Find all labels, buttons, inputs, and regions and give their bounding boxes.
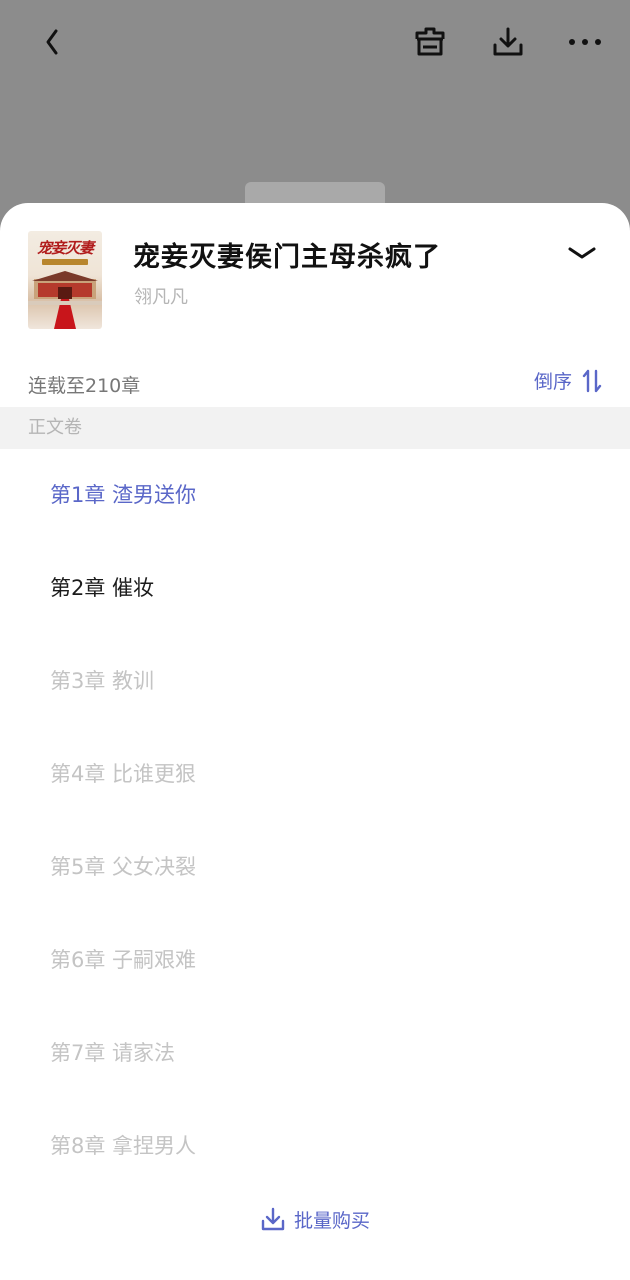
volume-header: 正文卷 xyxy=(0,407,630,449)
chapter-item[interactable]: 第1章 渣男送你 xyxy=(0,449,630,542)
chapter-item[interactable]: 第2章 催妆 xyxy=(0,542,630,635)
catalog-sheet: 宠妾灭妻 宠妾灭妻侯门主母杀疯了 翎凡凡 连载至210章 倒序 正文卷 第1章 … xyxy=(0,203,630,1280)
more-button[interactable] xyxy=(563,20,607,64)
batch-purchase-button[interactable]: 批量购买 xyxy=(0,1203,630,1235)
collapse-button[interactable] xyxy=(562,233,602,273)
more-icon xyxy=(569,39,601,45)
bookshelf-add-icon xyxy=(415,27,445,56)
back-button[interactable] xyxy=(30,20,74,64)
download-icon xyxy=(261,1207,285,1231)
book-cover[interactable]: 宠妾灭妻 xyxy=(28,231,102,329)
chapter-item[interactable]: 第4章 比谁更狠 xyxy=(0,728,630,821)
chapter-item[interactable]: 第6章 子嗣艰难 xyxy=(0,914,630,1007)
download-button[interactable] xyxy=(486,20,530,64)
book-author[interactable]: 翎凡凡 xyxy=(134,283,188,309)
sort-label: 倒序 xyxy=(533,371,572,393)
book-title: 宠妾灭妻侯门主母杀疯了 xyxy=(133,242,441,273)
chapter-item[interactable]: 第5章 父女决裂 xyxy=(0,821,630,914)
chapter-item[interactable]: 第8章 拿捏男人 xyxy=(0,1100,630,1193)
chapter-item[interactable]: 第3章 教训 xyxy=(0,635,630,728)
cover-title: 宠妾灭妻 xyxy=(36,239,94,257)
batch-purchase-label: 批量购买 xyxy=(293,1209,370,1232)
sort-icon xyxy=(582,369,602,392)
chapter-item[interactable]: 第7章 请家法 xyxy=(0,1007,630,1100)
cover-band xyxy=(42,259,88,265)
serial-status: 连载至210章 xyxy=(28,375,141,397)
chevron-down-icon xyxy=(568,247,596,259)
top-bar xyxy=(0,0,630,90)
chapter-list: 第1章 渣男送你 第2章 催妆 第3章 教训 第4章 比谁更狠 第5章 父女决裂… xyxy=(0,449,630,1193)
back-icon xyxy=(46,29,58,55)
sort-toggle[interactable]: 倒序 xyxy=(534,367,602,394)
download-icon xyxy=(493,27,523,56)
bookshelf-button[interactable] xyxy=(408,20,452,64)
